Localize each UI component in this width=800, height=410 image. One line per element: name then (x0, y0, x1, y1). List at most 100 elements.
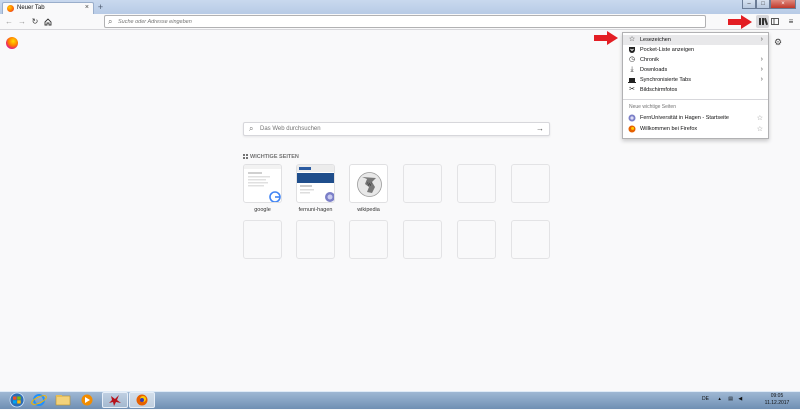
library-icon (759, 18, 761, 25)
topsite-tile-empty (403, 164, 442, 203)
firefox-favicon-icon (628, 125, 636, 133)
close-tab-icon[interactable]: × (85, 4, 89, 11)
back-button[interactable]: ← (3, 16, 15, 28)
window-close-button[interactable]: × (770, 0, 796, 9)
star-icon[interactable]: ☆ (757, 125, 763, 133)
chevron-right-icon: › (760, 66, 763, 73)
library-button[interactable] (756, 15, 769, 28)
search-icon: ⌕ (108, 17, 113, 26)
wikipedia-globe-icon: W (357, 172, 382, 197)
menu-item-label: Chronik (640, 57, 659, 63)
menu-item-label: Lesezeichen (640, 37, 671, 43)
sidebar-button[interactable] (769, 16, 781, 28)
search-go-arrow-icon[interactable]: → (536, 124, 544, 133)
url-bar[interactable]: ⌕ (104, 15, 706, 28)
menu-item-label: Bildschirmfotos (640, 87, 678, 93)
pocket-icon (628, 46, 636, 54)
chevron-right-icon: › (760, 56, 763, 63)
home-icon (44, 18, 52, 26)
svg-text:W: W (367, 183, 372, 188)
reload-button[interactable]: ↻ (29, 16, 41, 28)
menu-item-recent-firefox[interactable]: Willkommen bei Firefox ☆ (623, 124, 768, 134)
new-tab-button[interactable]: + (96, 3, 105, 12)
topsite-label[interactable]: wikipedia (345, 207, 392, 213)
menu-separator (623, 99, 768, 100)
taskbar-explorer[interactable] (52, 392, 74, 408)
media-player-icon (81, 394, 93, 406)
taskbar-internet-explorer[interactable] (28, 392, 50, 408)
window-minimize-button[interactable]: – (742, 0, 756, 9)
app-red-icon (109, 395, 121, 406)
search-placeholder: Das Web durchsuchen (260, 126, 321, 132)
chevron-right-icon: › (760, 36, 763, 43)
firefox-favicon-icon (7, 5, 14, 12)
tray-arrow-icon[interactable]: ▴ (718, 396, 721, 402)
fernuni-thumbnail (297, 165, 334, 202)
network-icon[interactable]: ▤ (728, 396, 733, 402)
menu-item-label: Synchronisierte Tabs (640, 77, 691, 83)
language-indicator[interactable]: DE (702, 396, 709, 402)
taskbar-media-player[interactable] (76, 392, 98, 408)
fernuni-favicon-icon (628, 114, 636, 122)
topsite-tile-empty (511, 220, 550, 259)
hamburger-menu-button[interactable]: ≡ (785, 16, 797, 28)
sync-tabs-icon (628, 76, 636, 84)
topsite-tile-google[interactable] (243, 164, 282, 203)
topsite-label[interactable]: google (239, 207, 286, 213)
home-button[interactable] (42, 16, 54, 28)
system-tray[interactable]: DE ▴ ▤ ◀ (702, 396, 742, 402)
menu-item-downloads[interactable]: ⤓ Downloads › (623, 65, 768, 75)
menu-item-recent-fernuni[interactable]: FernUniversität in Hagen - Startseite ☆ (623, 113, 768, 123)
url-input[interactable] (118, 17, 678, 27)
screenshot-icon: ✂ (629, 86, 635, 93)
web-search-box[interactable]: ⌕ Das Web durchsuchen → (243, 122, 550, 136)
topsite-tile-fernuni-hagen[interactable] (296, 164, 335, 203)
chevron-right-icon: › (760, 76, 763, 83)
topsite-tile-wikipedia[interactable]: W (349, 164, 388, 203)
tab-strip (0, 0, 800, 14)
gear-icon[interactable]: ⚙ (774, 37, 782, 48)
topsite-tile-empty (349, 220, 388, 259)
topsite-tile-empty (243, 220, 282, 259)
menu-item-label: FernUniversität in Hagen - Startseite (640, 115, 729, 121)
star-icon: ☆ (628, 36, 636, 43)
window-maximize-button[interactable]: □ (756, 0, 770, 9)
menu-item-history[interactable]: ◷ Chronik › (623, 55, 768, 65)
grid-icon (243, 154, 248, 159)
clock-icon: ◷ (628, 56, 636, 63)
star-icon[interactable]: ☆ (757, 114, 763, 122)
topsites-heading: WICHTIGE SEITEN (243, 154, 299, 160)
menu-item-label: Willkommen bei Firefox (640, 126, 698, 132)
folder-icon (55, 395, 71, 406)
menu-item-label: Pocket-Liste anzeigen (640, 47, 695, 53)
firefox-logo (6, 37, 18, 49)
menu-section-header: Neue wichtige Seiten (629, 104, 676, 110)
topsites-heading-text: WICHTIGE SEITEN (250, 154, 299, 160)
menu-item-pocket[interactable]: Pocket-Liste anzeigen (623, 45, 768, 55)
tab-new-tab[interactable]: Neuer Tab × (2, 2, 94, 14)
taskbar-firefox[interactable] (129, 392, 155, 408)
menu-item-bookmarks[interactable]: ☆ Lesezeichen › (623, 35, 768, 45)
internet-explorer-icon (31, 394, 47, 406)
library-icon-bar (763, 17, 769, 26)
red-arrow-icon (594, 31, 618, 45)
clock-time: 09:05 (770, 393, 784, 399)
red-arrow-icon (728, 15, 752, 29)
volume-icon[interactable]: ◀ (738, 396, 742, 402)
google-thumbnail (244, 165, 281, 202)
topsite-tile-empty (457, 164, 496, 203)
taskbar-app-active[interactable] (102, 392, 128, 408)
search-icon: ⌕ (249, 124, 254, 133)
hamburger-icon: ≡ (788, 17, 794, 26)
taskbar-clock[interactable]: 09:05 11.12.2017 (760, 393, 794, 407)
library-menu: ☆ Lesezeichen › Pocket-Liste anzeigen ◷ … (622, 32, 769, 139)
menu-item-synced-tabs[interactable]: Synchronisierte Tabs › (623, 75, 768, 85)
menu-item-label: Downloads (640, 67, 668, 73)
firefox-icon (136, 394, 148, 406)
menu-item-screenshots[interactable]: ✂ Bildschirmfotos (623, 85, 768, 95)
topsite-tile-empty (511, 164, 550, 203)
forward-button[interactable]: → (16, 16, 28, 28)
topsite-tile-empty (296, 220, 335, 259)
topsite-label[interactable]: fernuni-hagen (292, 207, 339, 213)
topsite-tile-empty (457, 220, 496, 259)
